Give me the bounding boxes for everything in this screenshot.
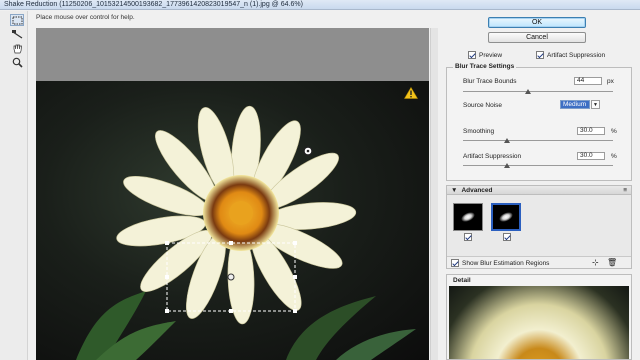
source-noise-select[interactable]: Medium [560, 100, 590, 109]
preview-option[interactable]: Preview [468, 51, 502, 59]
detail-title: Detail [453, 277, 471, 284]
preview-image [36, 81, 429, 360]
smoothing-unit: % [611, 128, 617, 135]
blur-direction-tool-icon[interactable] [10, 28, 24, 40]
artifact-suppression-slider[interactable] [463, 165, 613, 166]
collapse-triangle-icon[interactable]: ▼ [451, 187, 457, 194]
vertical-scrollbar[interactable] [430, 28, 438, 360]
preview-label: Preview [479, 51, 503, 59]
blur-trace-2-checkbox[interactable] [503, 233, 511, 241]
flower-photo [76, 105, 416, 360]
blur-trace-settings-group: Blur Trace Settings Blur Trace Bounds 44… [446, 63, 632, 181]
smoothing-label: Smoothing [463, 128, 495, 135]
warning-icon[interactable] [404, 87, 418, 99]
artifact-suppression-option[interactable]: Artifact Suppression [536, 51, 605, 59]
show-regions-option[interactable]: Show Blur Estimation Regions [451, 259, 549, 267]
trash-icon[interactable]: 🗑 [607, 258, 617, 267]
tool-strip [0, 11, 28, 360]
settings-panel: OK Cancel Preview Artifact Suppression B… [440, 11, 640, 360]
blur-trace-bounds-thumb[interactable] [525, 89, 531, 94]
chevron-down-icon[interactable]: ▼ [591, 100, 600, 109]
preview-checkbox[interactable] [468, 51, 476, 59]
panel-menu-icon[interactable]: ≡ [623, 187, 627, 194]
help-text: Place mouse over control for help. [36, 14, 135, 21]
blur-estimation-tool-icon[interactable] [10, 14, 24, 26]
preview-canvas[interactable] [36, 28, 429, 360]
detail-image [449, 286, 629, 359]
smoothing-slider[interactable] [463, 140, 613, 141]
artifact-suppression-checkbox[interactable] [536, 51, 544, 59]
window-titlebar: Shake Reduction (11250206_10153214500193… [0, 0, 640, 10]
cancel-button[interactable]: Cancel [488, 32, 586, 43]
advanced-section-header[interactable]: ▼ Advanced ≡ [446, 185, 632, 195]
blur-trace-bounds-unit: px [607, 78, 614, 85]
blur-trace-settings-title: Blur Trace Settings [453, 63, 517, 70]
zoom-tool-icon[interactable] [10, 56, 24, 68]
blur-trace-list: Show Blur Estimation Regions ⊹ 🗑 [446, 195, 632, 269]
artifact-suppression-amount-label: Artifact Suppression [463, 153, 522, 160]
artifact-suppression-input[interactable]: 30.0 [577, 152, 605, 160]
hand-tool-icon[interactable] [10, 42, 24, 54]
show-regions-checkbox[interactable] [451, 259, 459, 267]
blur-trace-thumbnail-1[interactable] [453, 203, 483, 231]
window-title: Shake Reduction (11250206_10153214500193… [4, 1, 303, 8]
artifact-suppression-thumb[interactable] [504, 163, 510, 168]
ok-button[interactable]: OK [488, 17, 586, 28]
blur-trace-1-checkbox[interactable] [464, 233, 472, 241]
add-blur-trace-icon[interactable]: ⊹ [592, 258, 599, 267]
blur-trace-bounds-slider[interactable] [463, 91, 613, 92]
smoothing-input[interactable]: 30.0 [577, 127, 605, 135]
detail-loupe[interactable]: Detail [446, 274, 632, 360]
advanced-title: Advanced [461, 186, 493, 194]
artifact-suppression-label: Artifact Suppression [547, 51, 606, 59]
blur-trace-thumbnail-2[interactable] [491, 203, 521, 231]
advanced-footer: Show Blur Estimation Regions ⊹ 🗑 [447, 256, 631, 268]
smoothing-thumb[interactable] [504, 138, 510, 143]
source-noise-label: Source Noise [463, 102, 503, 109]
blur-trace-bounds-label: Blur Trace Bounds [463, 78, 517, 85]
artifact-suppression-unit: % [611, 153, 617, 160]
show-regions-label: Show Blur Estimation Regions [462, 259, 550, 267]
blur-trace-bounds-input[interactable]: 44 [574, 77, 602, 85]
